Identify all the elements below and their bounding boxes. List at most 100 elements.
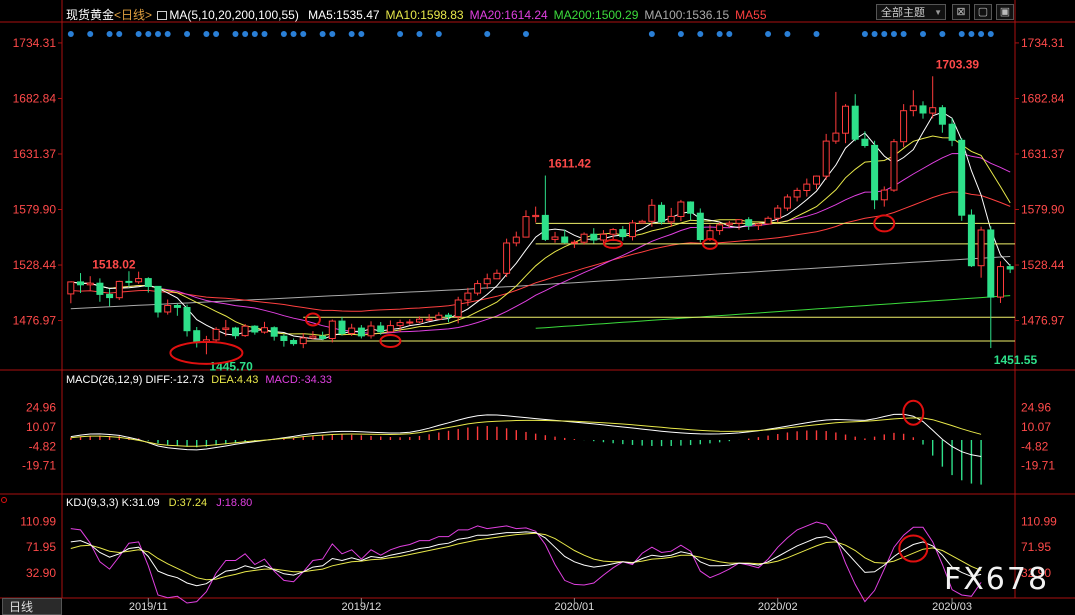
candle-body-47 (522, 216, 530, 238)
signal-dot-37 (881, 31, 888, 37)
candle-body-37 (425, 318, 433, 321)
period-link[interactable]: <日线> (114, 8, 152, 22)
macd-diff: DIFF:-12.73 (145, 374, 205, 386)
candle-body-94 (977, 229, 985, 267)
candle-body-2 (86, 282, 94, 286)
x-label-4: 2020/03 (932, 601, 972, 613)
macd-value: MACD:-34.33 (265, 374, 333, 386)
signal-dot-22 (397, 31, 404, 37)
candle-body-67 (716, 224, 724, 232)
kdj-d: D:37.24 (168, 497, 208, 509)
signal-dot-16 (290, 31, 297, 37)
theme-select[interactable]: 全部主题 (876, 4, 946, 21)
candle-body-90 (938, 107, 946, 125)
candle-body-26 (319, 335, 327, 340)
signal-dot-34 (813, 31, 820, 37)
candle-body-27 (328, 320, 336, 340)
price-tick-left-0: 1734.31 (13, 36, 57, 50)
macd-highlight-circle (902, 399, 925, 426)
candle-body-79 (832, 132, 840, 142)
candle-body-95 (987, 229, 995, 298)
candle-body-32 (377, 325, 385, 333)
candle-body-93 (967, 214, 975, 267)
signal-dot-0 (67, 31, 74, 37)
candle-body-1 (77, 281, 84, 286)
candle-body-34 (396, 322, 404, 327)
ma-spec: MA(5,10,20,200,100,55) (169, 8, 299, 22)
kdj-tick-left-1: 71.95 (26, 540, 56, 554)
candle-body-84 (880, 189, 888, 201)
macd-tick-left-2: -4.82 (29, 439, 57, 453)
signal-dot-43 (968, 31, 975, 37)
signal-dot-38 (890, 31, 897, 37)
signal-dot-26 (522, 31, 529, 37)
candle-body-50 (551, 236, 559, 240)
signal-dot-6 (154, 31, 161, 37)
signal-dot-8 (184, 31, 191, 37)
macd-tick-right-2: -4.82 (1021, 439, 1049, 453)
tab-daily[interactable]: 日线 (2, 598, 62, 615)
candle-body-20 (261, 327, 268, 333)
ma100-line (70, 256, 1011, 310)
candle-body-55 (599, 233, 607, 241)
signal-dot-21 (358, 31, 365, 37)
signal-dot-27 (648, 31, 655, 37)
chart-header: 现货黄金<日线> MA(5,10,20,200,100,55) MA5:1535… (66, 6, 767, 23)
ma-value-4: MA100:1536.15 (644, 8, 730, 22)
candle-body-88 (919, 105, 927, 114)
candle-body-33 (386, 325, 394, 333)
kdj-j: J:18.80 (216, 497, 253, 509)
candle-body-70 (745, 219, 753, 227)
macd-tick-left-1: 10.07 (26, 420, 56, 434)
candle-body-87 (909, 105, 917, 112)
candle-body-16 (222, 327, 230, 330)
candle-body-12 (183, 307, 191, 332)
candle-body-64 (687, 201, 695, 214)
macd-tick-right-3: -19.71 (1021, 459, 1055, 473)
price-tick-right-2: 1631.37 (1021, 147, 1065, 161)
win-button-3[interactable]: ▣ (996, 4, 1014, 20)
x-label-3: 2020/02 (758, 601, 798, 613)
price-tick-left-5: 1476.97 (13, 314, 57, 328)
signal-dot-25 (484, 31, 491, 37)
signal-dot-28 (677, 31, 684, 37)
signal-dot-5 (145, 31, 152, 37)
signal-dot-17 (300, 31, 307, 37)
price-annotation-3: 1703.39 (936, 57, 980, 71)
signal-dot-3 (116, 31, 123, 37)
candle-body-3 (96, 282, 104, 295)
candle-body-30 (357, 327, 365, 337)
candle-body-45 (503, 242, 511, 274)
x-label-2: 2020/01 (555, 601, 595, 613)
candle-body-58 (629, 222, 636, 238)
price-tick-left-1: 1682.84 (13, 91, 57, 105)
candle-body-9 (154, 285, 162, 313)
signal-dot-44 (978, 31, 985, 37)
candle-body-77 (813, 175, 820, 185)
win-button-1[interactable]: ⊠ (952, 4, 970, 20)
candle-body-83 (871, 144, 879, 201)
win-button-2[interactable]: ▢ (974, 4, 992, 20)
kdj-k-line (70, 531, 982, 587)
candle-body-63 (677, 201, 685, 217)
candle-body-35 (406, 321, 414, 324)
kdj-tick-right-0: 110.99 (1021, 514, 1057, 528)
price-tick-right-4: 1528.44 (1021, 258, 1065, 272)
fx678-watermark: FX678 (944, 562, 1050, 597)
candle-body-18 (241, 325, 249, 337)
price-tick-left-4: 1528.44 (13, 258, 57, 272)
signal-dot-45 (987, 31, 994, 37)
candle-body-75 (793, 189, 801, 198)
highlight-circle-1 (304, 312, 321, 327)
signal-dot-10 (213, 31, 220, 37)
kdj-highlight-circle (898, 534, 929, 563)
ma-value-1: MA10:1598.83 (385, 8, 464, 22)
price-tick-right-3: 1579.90 (1021, 203, 1065, 217)
candle-body-85 (890, 141, 898, 191)
kdj-tick-right-1: 71.95 (1021, 540, 1051, 554)
candle-body-73 (774, 207, 782, 219)
candle-body-39 (445, 314, 452, 318)
signal-dot-4 (135, 31, 142, 37)
price-tick-right-0: 1734.31 (1021, 36, 1065, 50)
candle-body-86 (900, 110, 908, 143)
